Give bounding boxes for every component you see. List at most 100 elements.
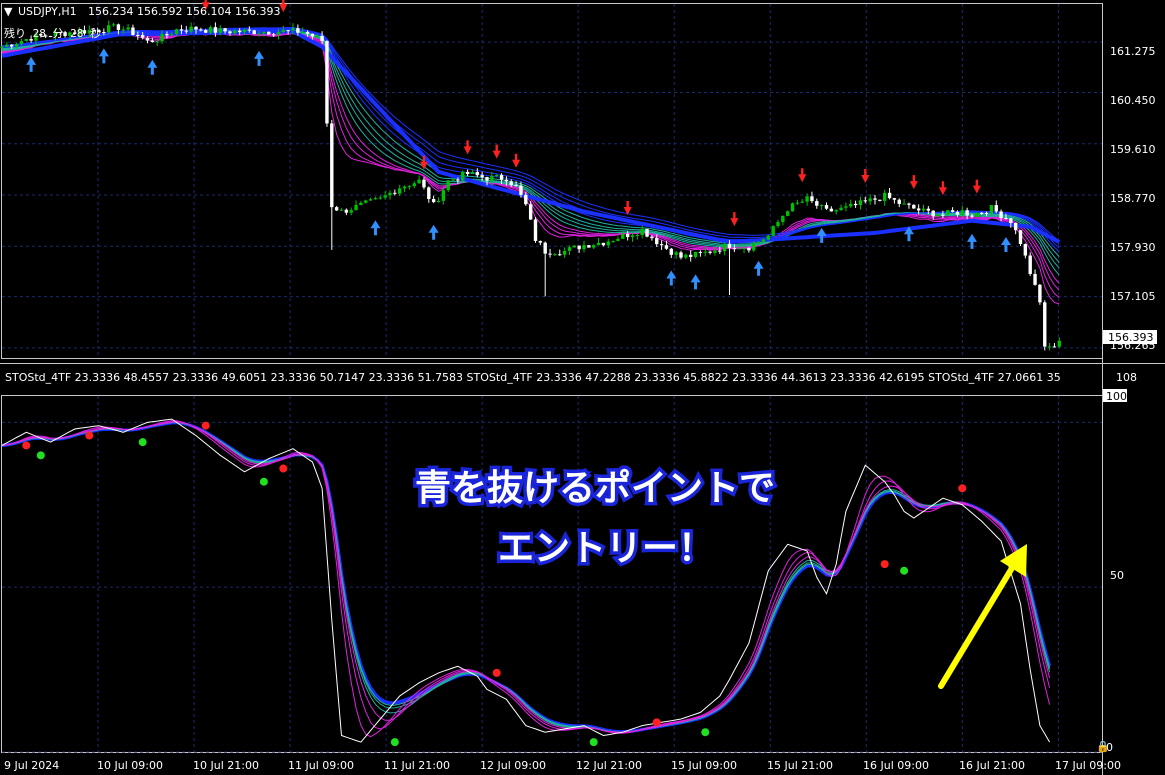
candle-body: [242, 29, 247, 33]
candle-body: [655, 238, 659, 245]
symbol-title: USDJPY,H1: [18, 5, 77, 18]
candle-body: [145, 37, 150, 41]
candle-body: [218, 28, 222, 33]
candle-body: [752, 243, 756, 251]
candle-body: [509, 181, 513, 186]
candle-body: [524, 194, 528, 205]
candle-body: [412, 183, 416, 187]
candle-body: [5, 44, 9, 47]
candle-body: [102, 32, 106, 34]
candle-body: [514, 185, 518, 187]
candle-body: [674, 252, 678, 255]
candle-body: [689, 254, 693, 257]
candle-body: [790, 203, 795, 212]
candle-body: [291, 28, 295, 31]
indicator-scale-max: 108: [1116, 371, 1137, 384]
candle-body: [771, 226, 775, 236]
price-tick: 157.930: [1110, 241, 1156, 254]
candle-body: [121, 29, 125, 31]
candle-body: [829, 208, 834, 212]
candle-body: [286, 30, 290, 32]
candle-body: [495, 175, 499, 177]
green-dot: [138, 438, 147, 447]
candle-body: [863, 200, 867, 202]
green-dot: [701, 728, 710, 737]
candle-body: [344, 209, 349, 213]
candle-body: [897, 199, 901, 204]
green-dot: [36, 451, 45, 460]
candle-body: [436, 200, 441, 203]
candle-body: [596, 242, 601, 246]
candle-body: [257, 33, 261, 35]
candle-body: [926, 208, 931, 211]
candle-body: [1052, 346, 1057, 348]
candle-body: [485, 177, 489, 181]
candle-body: [577, 245, 581, 250]
candle-body: [354, 204, 358, 211]
candle-body: [849, 203, 853, 207]
candle-body: [233, 30, 237, 34]
candle-body: [980, 212, 984, 214]
candle-body: [247, 29, 252, 31]
candle-body: [776, 221, 780, 227]
red-dot: [85, 431, 94, 440]
candle-body: [941, 214, 945, 216]
candle-body: [1004, 217, 1008, 219]
candle-body: [592, 245, 596, 248]
green-dot: [900, 566, 909, 575]
candle-body: [587, 245, 591, 248]
time-label: 10 Jul 21:00: [193, 759, 259, 772]
candle-body: [916, 208, 921, 211]
candle-body: [184, 30, 188, 32]
candle-body: [810, 196, 814, 202]
candle-body: [533, 219, 538, 241]
candle-body: [907, 203, 911, 205]
lock-icon: 🔒: [1096, 740, 1110, 753]
candle-body: [795, 202, 800, 204]
candle-body: [349, 210, 353, 213]
candle-body: [853, 203, 858, 206]
candle-body: [170, 34, 174, 36]
candle-body: [582, 245, 586, 250]
candle-body: [708, 251, 712, 253]
candle-body: [625, 233, 630, 238]
candle-body: [786, 211, 790, 216]
candle-body: [519, 185, 523, 195]
candle-body: [548, 253, 552, 255]
candle-body: [664, 245, 669, 249]
candle-body: [126, 27, 130, 30]
candle-body: [204, 30, 208, 33]
candle-body: [747, 247, 751, 251]
candle-body: [567, 247, 572, 251]
candle-body: [606, 241, 610, 246]
candle-body: [305, 31, 310, 34]
candle-body: [388, 192, 392, 196]
time-label: 15 Jul 09:00: [671, 759, 737, 772]
candle-body: [819, 205, 824, 207]
candle-body: [732, 248, 737, 250]
candle-body: [946, 210, 950, 215]
candle-body: [310, 33, 315, 37]
candle-body: [650, 236, 654, 239]
candle-body: [160, 34, 164, 42]
candle-body: [150, 40, 155, 43]
candle-body: [1033, 273, 1037, 285]
candle-body: [543, 242, 547, 254]
time-label: 11 Jul 21:00: [384, 759, 450, 772]
trading-chart[interactable]: ▼ USDJPY,H1 156.234 156.592 156.104 156.…: [0, 0, 1165, 775]
candle-body: [528, 204, 533, 220]
candle-body: [970, 215, 974, 217]
candle-body: [276, 32, 281, 35]
candle-body: [756, 241, 761, 244]
candle-body: [640, 228, 644, 236]
candle-body: [199, 29, 203, 31]
candle-body: [722, 243, 727, 252]
candle-body: [1038, 284, 1042, 303]
candle-body: [684, 254, 688, 258]
candle-body: [19, 41, 24, 45]
candle-body: [111, 24, 116, 26]
red-dot: [279, 464, 288, 473]
menu-triangle-icon[interactable]: ▼: [4, 5, 13, 18]
level-100-label: 100: [1106, 390, 1127, 403]
price-tick: 157.105: [1110, 290, 1156, 303]
